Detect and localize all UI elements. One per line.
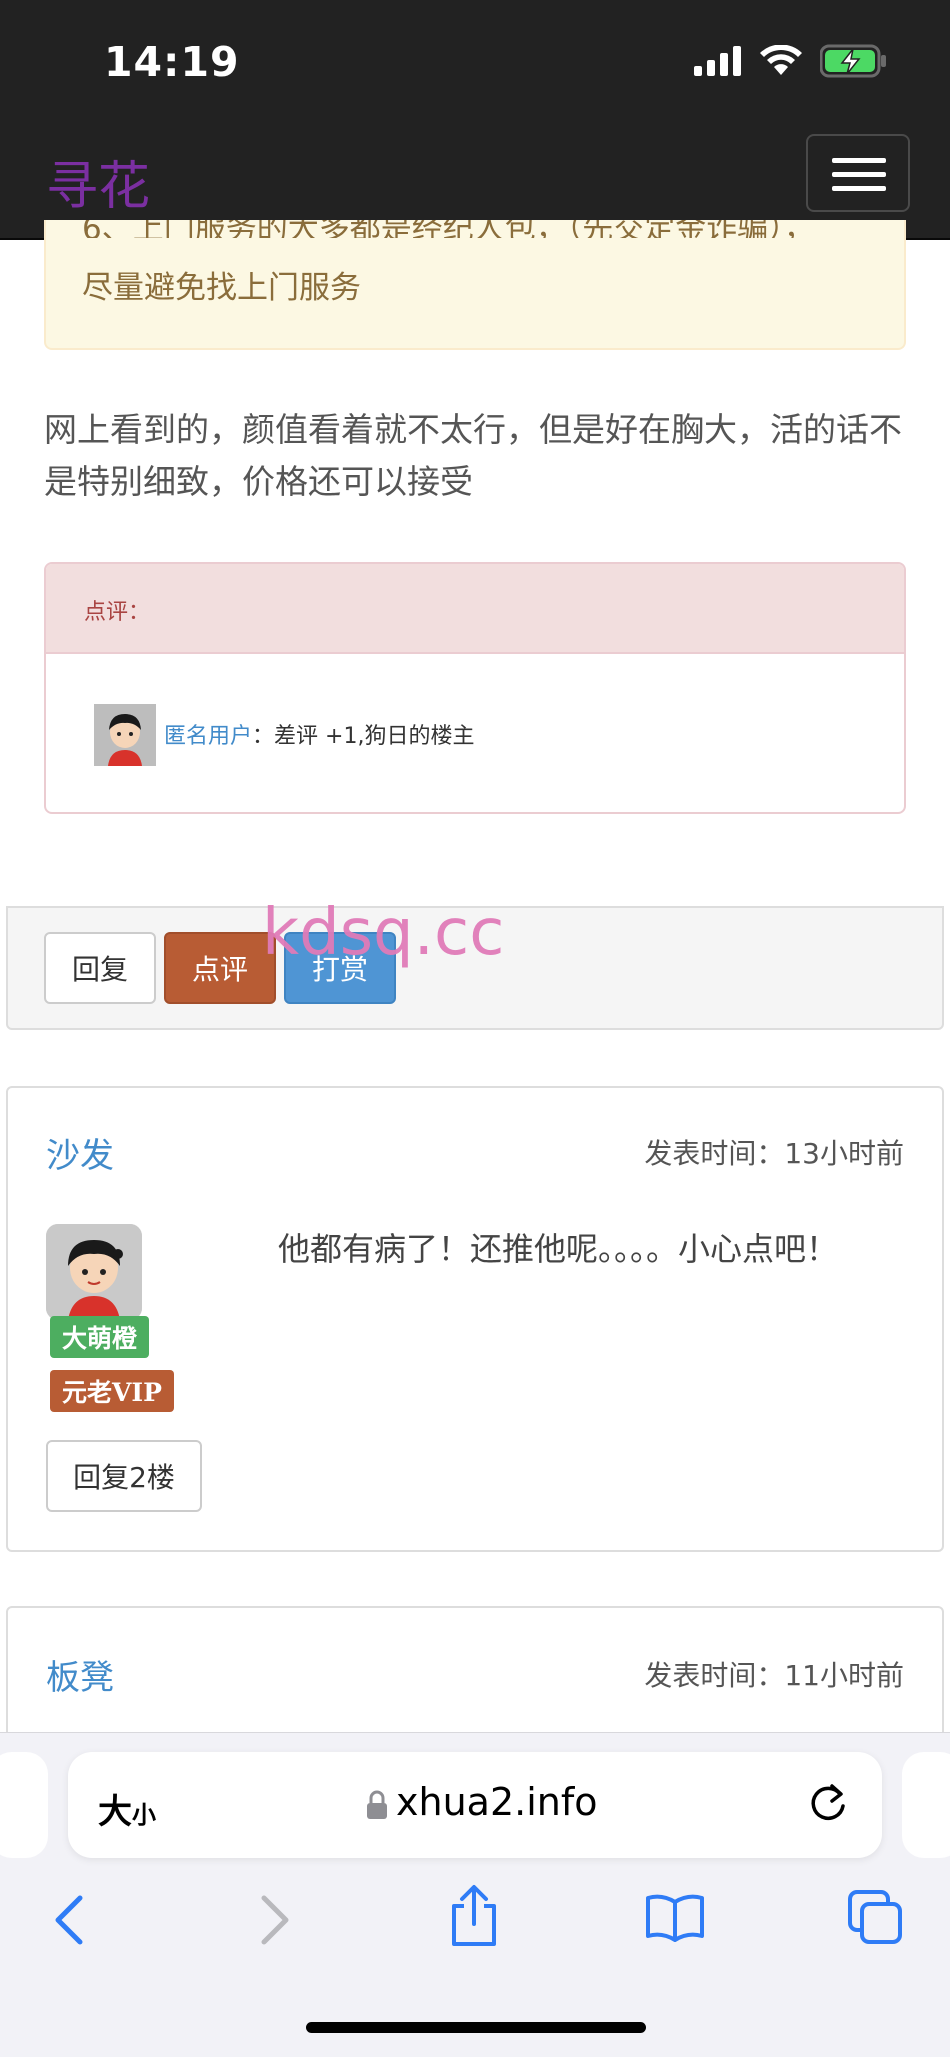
- user-level-badge: 大萌橙: [50, 1316, 150, 1358]
- battery-charging-icon: [820, 44, 886, 78]
- signal-icon: [694, 46, 741, 76]
- warning-text-line2: 尽量避免找上门服务: [82, 270, 361, 306]
- previous-tab-preview[interactable]: [0, 1752, 48, 1858]
- post-body: 网上看到的，颜值看着就不太行，但是好在胸大，活的话不是特别细致，价格还可以接受: [44, 410, 902, 501]
- watermark: kdsq.cc: [262, 896, 505, 970]
- floor-name: 板凳: [46, 1658, 114, 1698]
- home-indicator: [306, 2022, 646, 2033]
- bookmarks-icon[interactable]: [644, 1892, 706, 1942]
- url-host: xhua2.info: [396, 1780, 598, 1824]
- reply-floor-button[interactable]: 回复2楼: [46, 1440, 202, 1512]
- review-panel-header: 点评：: [46, 564, 904, 654]
- avatar-icon: [46, 1224, 142, 1320]
- back-icon[interactable]: [52, 1894, 86, 1946]
- review-panel-title: 点评：: [84, 600, 151, 625]
- text-size-small: 小: [132, 1801, 156, 1829]
- lock-icon: [367, 1790, 387, 1819]
- forward-icon[interactable]: [258, 1894, 292, 1946]
- share-icon[interactable]: [446, 1884, 502, 1948]
- review-button[interactable]: 点评: [164, 932, 276, 1004]
- avatar[interactable]: [46, 1224, 142, 1320]
- review-panel: 点评： 匿名用户：差评 +1,狗日的楼主: [44, 562, 906, 814]
- avatar-icon: [94, 704, 156, 766]
- review-user-link[interactable]: 匿名用户: [164, 724, 252, 749]
- review-entry: 匿名用户：差评 +1,狗日的楼主: [164, 718, 474, 750]
- status-icons: [694, 44, 888, 78]
- floor-card: 沙发 发表时间：13小时前 大萌橙 元老VIP 他都有病了！还推他呢。。。。小心…: [6, 1086, 944, 1552]
- warning-text-line1: 6、上门服务的大多都是经纪人包，（先交定金诈骗），: [82, 220, 815, 238]
- floor-time: 发表时间：11小时前: [644, 1659, 904, 1692]
- hamburger-icon-bar: [832, 186, 886, 191]
- avatar: [94, 704, 156, 766]
- hamburger-icon: [832, 158, 886, 163]
- vip-badge: 元老VIP: [50, 1370, 174, 1412]
- next-tab-preview[interactable]: [902, 1752, 950, 1858]
- review-separator: ：: [252, 724, 275, 749]
- status-time: 14:19: [104, 38, 240, 86]
- review-text: 差评 +1,狗日的楼主: [274, 724, 475, 749]
- floor-name: 沙发: [46, 1136, 114, 1176]
- reload-icon[interactable]: [806, 1782, 850, 1826]
- tabs-icon[interactable]: [846, 1888, 904, 1946]
- text-size-button[interactable]: 大小: [98, 1784, 156, 1833]
- hamburger-icon-bar: [832, 172, 886, 177]
- floor-content: 他都有病了！还推他呢。。。。小心点吧！: [278, 1230, 839, 1268]
- reply-button[interactable]: 回复: [44, 932, 156, 1004]
- wifi-icon: [760, 45, 802, 75]
- brand-logo[interactable]: 寻花: [46, 144, 150, 219]
- text-size-large: 大: [98, 1792, 132, 1832]
- menu-toggle-button[interactable]: [806, 134, 910, 212]
- floor-time: 发表时间：13小时前: [644, 1137, 904, 1170]
